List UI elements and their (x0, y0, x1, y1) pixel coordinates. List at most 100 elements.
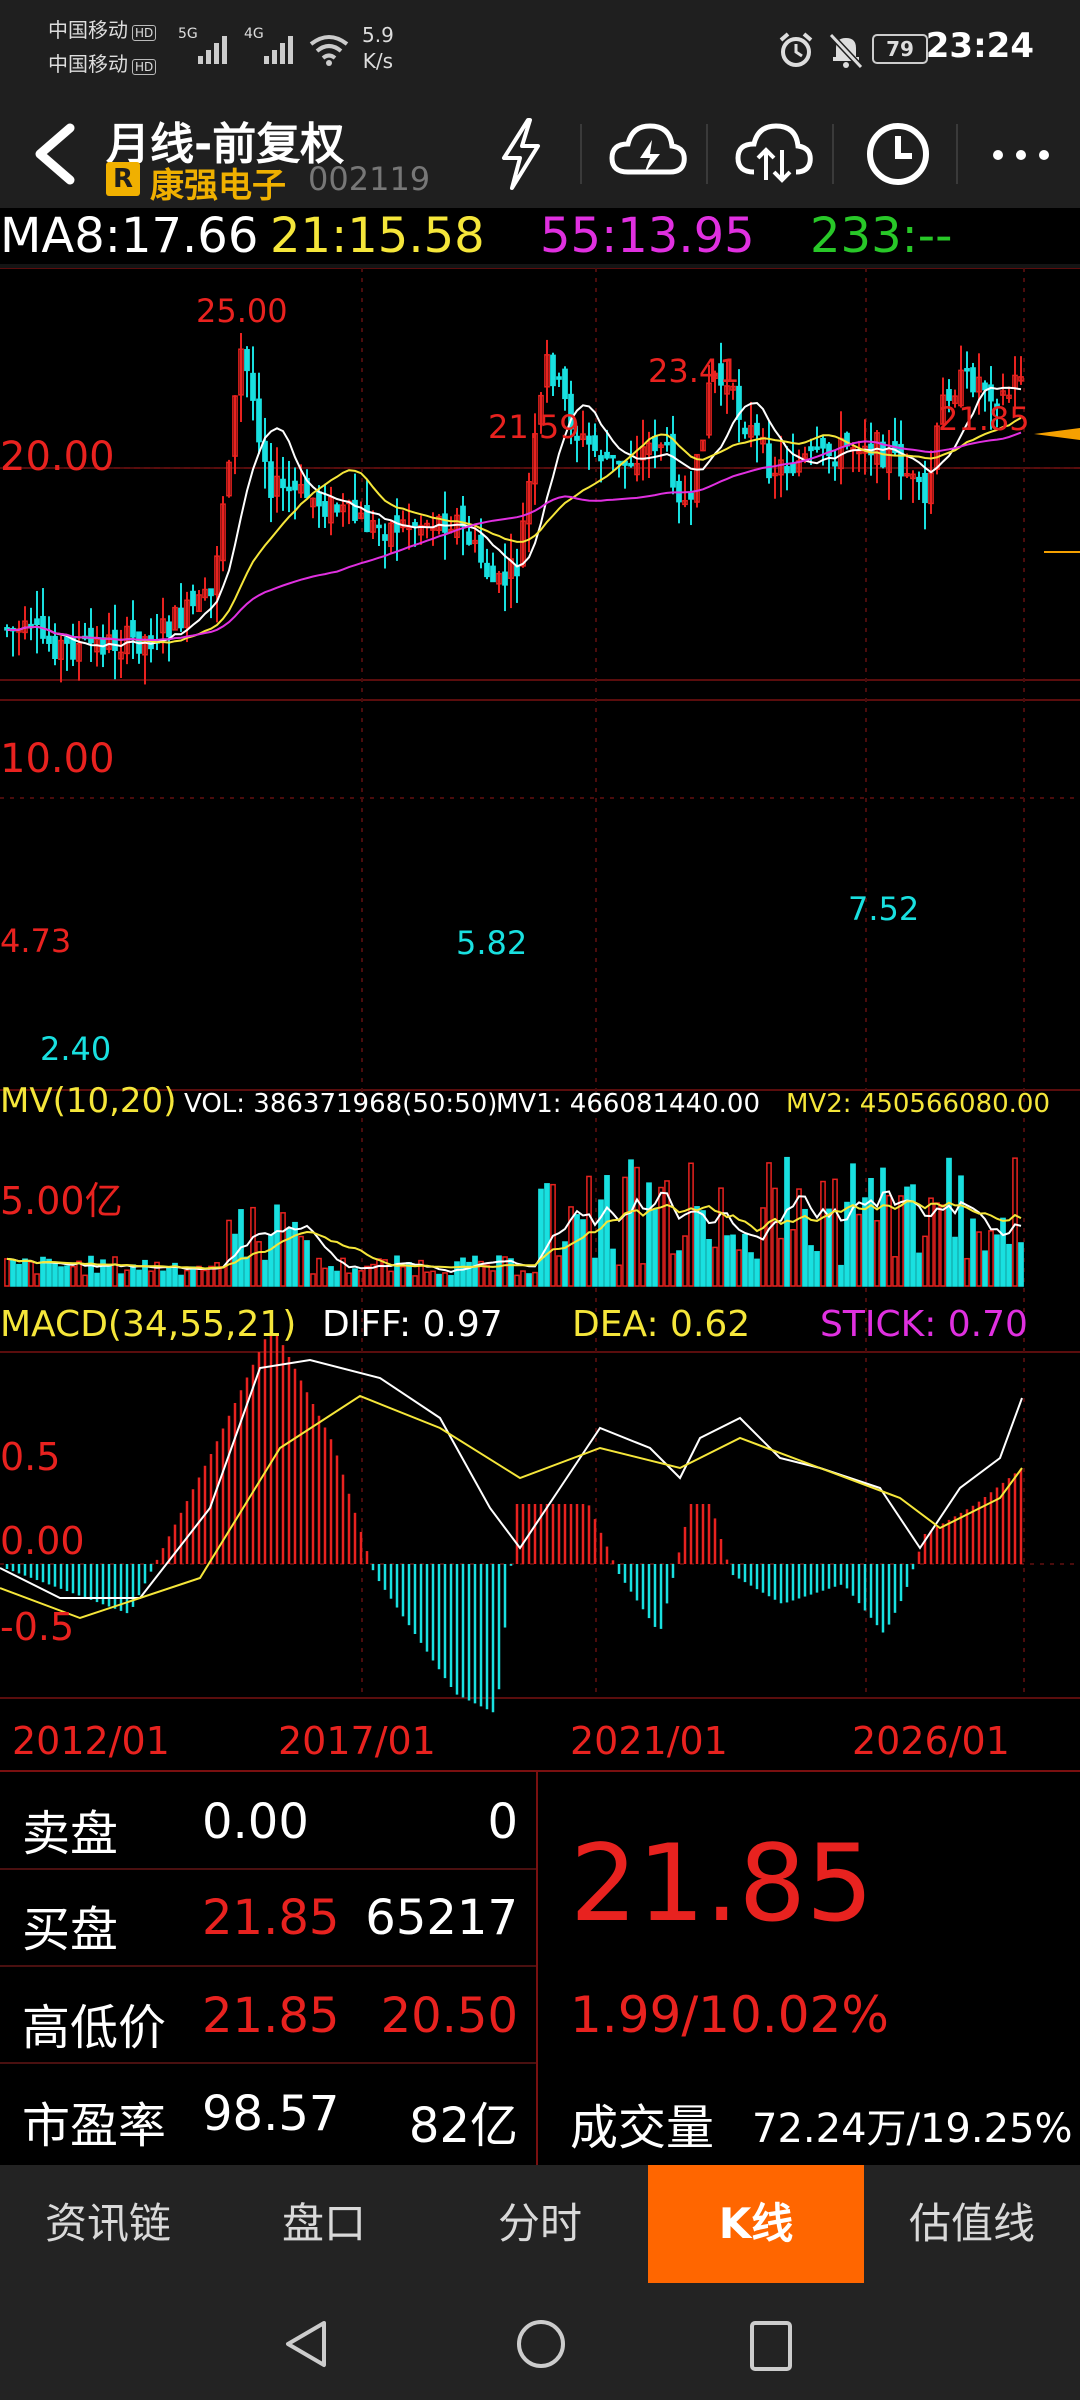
volume-bar (580, 1219, 586, 1287)
kline-annotation: 25.00 (196, 292, 288, 330)
volume-bar (166, 1267, 172, 1287)
toolbar-divider (706, 124, 708, 184)
vol-value: VOL: 386371968(50:50) (184, 1089, 497, 1119)
quote-row-line (0, 2062, 536, 2064)
candle-body (250, 372, 256, 401)
date-label: 2021/01 (570, 1719, 728, 1763)
volume-bar (328, 1266, 334, 1287)
lightning-icon[interactable] (492, 114, 550, 194)
macd-stick: STICK: 0.70 (820, 1304, 1028, 1345)
candle-body (292, 480, 298, 491)
candle-body (208, 588, 214, 597)
volume-bar (52, 1262, 58, 1287)
macd-y-label: 0.5 (0, 1435, 60, 1479)
candle-body (814, 446, 820, 450)
net-speed: 5.9 K/s (362, 23, 394, 73)
buy-label: 买盘 (22, 1902, 119, 1958)
ma-legend: MA8:17.66 21:15.58 55:13.95 233:-- (0, 208, 1080, 264)
candle-body (670, 433, 676, 488)
tab-kline[interactable]: K线 (648, 2165, 864, 2283)
volume-bar (592, 1257, 598, 1287)
candle-body (754, 422, 760, 436)
candle-body (610, 454, 616, 459)
volume-bar (982, 1250, 988, 1287)
volume-bar (136, 1269, 142, 1287)
candle-body (550, 354, 556, 387)
volume-bar (628, 1159, 634, 1287)
candle-body (484, 562, 490, 578)
volume-bar (880, 1167, 886, 1287)
kline-chart-area[interactable]: 20.00 10.00 25.00 21.59 23.41 21.85 4.73 2.40 5.… (0, 268, 1080, 1770)
volume-bar (22, 1258, 28, 1287)
nav-home-icon[interactable] (514, 2317, 568, 2371)
status-time: 23:24 (925, 26, 1034, 66)
cloud-lightning-icon[interactable] (608, 116, 688, 192)
candle-body (178, 607, 184, 629)
volume-bar (676, 1250, 682, 1287)
candle-body (688, 492, 694, 500)
candle-body (832, 461, 838, 467)
toolbar-divider (580, 124, 582, 184)
signal-icon (198, 36, 227, 64)
candle-body (382, 534, 388, 541)
volume-bar (694, 1206, 700, 1287)
app-header: 月线-前复权 R 康强电子 002119 (0, 100, 1080, 208)
tab-order-book[interactable]: 盘口 (216, 2165, 432, 2283)
candle-body (490, 565, 496, 583)
candle-body (334, 504, 340, 513)
buy-price: 21.85 (202, 1890, 340, 1946)
candle-body (322, 501, 328, 517)
volume-bar (970, 1218, 976, 1287)
high-low-label: 高低价 (22, 2000, 167, 2056)
candle-body (316, 491, 322, 507)
nav-back-icon[interactable] (280, 2317, 332, 2371)
tab-intraday[interactable]: 分时 (432, 2165, 648, 2283)
macd-dea: DEA: 0.62 (572, 1304, 750, 1345)
candle-body (166, 621, 172, 638)
candle-body (598, 455, 604, 462)
cloud-sync-icon[interactable] (734, 116, 814, 192)
candle-body (112, 629, 118, 652)
candle-body (784, 466, 790, 474)
ma233-value: 233:-- (810, 208, 953, 264)
buy-volume: 65217 (365, 1890, 518, 1946)
back-icon[interactable] (26, 118, 82, 190)
volume-bar (16, 1263, 22, 1287)
candle-body (970, 367, 976, 393)
more-icon[interactable] (986, 130, 1056, 180)
volume-bar (994, 1234, 1000, 1287)
tab-news-chain[interactable]: 资讯链 (0, 2165, 216, 2283)
candle-body (820, 437, 826, 449)
volume-bar (106, 1265, 112, 1287)
candle-body (376, 524, 382, 529)
clock-icon[interactable] (860, 116, 936, 192)
last-price: 21.85 (570, 1822, 874, 1945)
candle-body (556, 376, 562, 380)
volume-bar (958, 1175, 964, 1287)
volume-bar (754, 1258, 760, 1287)
volume-bar (730, 1234, 736, 1287)
stock-code: 002119 (308, 160, 431, 198)
volume-bar (724, 1235, 730, 1287)
volume-bar (1018, 1242, 1024, 1287)
volume-bar (454, 1261, 460, 1287)
volume-bar (952, 1236, 958, 1287)
candle-body (664, 441, 670, 446)
wifi-icon (309, 35, 349, 66)
candle-body (964, 368, 970, 372)
candle-body (628, 462, 634, 467)
candle-body (268, 461, 274, 498)
date-label: 2026/01 (852, 1719, 1010, 1763)
vol-title: MV(10,20) (0, 1081, 176, 1121)
high-price: 21.85 (202, 1988, 340, 2044)
candle-body (466, 531, 472, 545)
candle-body (742, 427, 748, 435)
quote-row-line (0, 1965, 536, 1967)
candle-body (946, 389, 952, 401)
nav-recents-icon[interactable] (746, 2317, 796, 2375)
volume-value: 72.24万/19.25% (752, 2106, 1073, 2152)
toolbar-divider (832, 124, 834, 184)
pe-label: 市盈率 (22, 2098, 167, 2154)
tab-valuation[interactable]: 估值线 (864, 2165, 1080, 2283)
candle-body (64, 636, 70, 644)
